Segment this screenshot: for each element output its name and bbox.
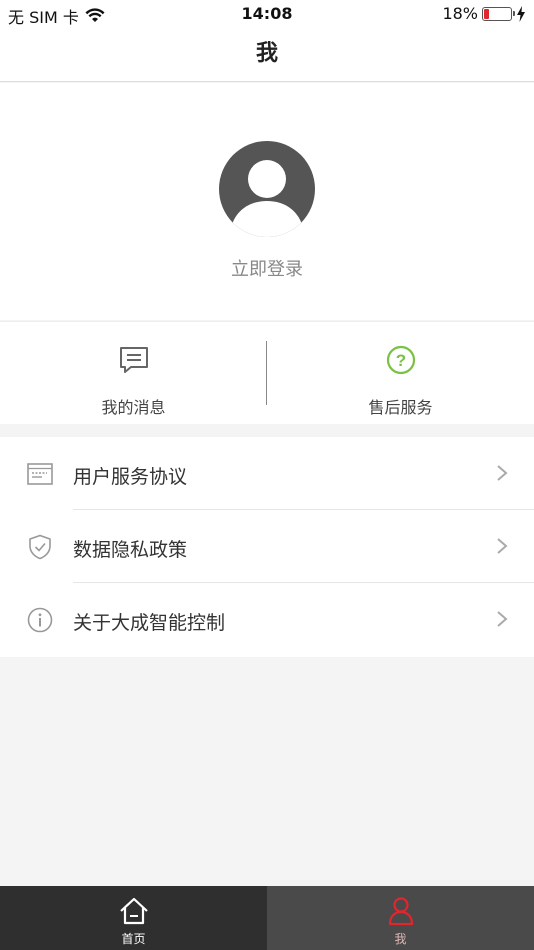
menu-item-about[interactable]: 关于大成智能控制: [0, 583, 534, 656]
avatar-person-icon: [229, 160, 305, 237]
battery-percent: 18%: [442, 4, 478, 23]
after-sales-label: 售后服务: [368, 398, 433, 417]
menu-item-label: 数据隐私政策: [73, 539, 188, 561]
charging-icon: [517, 5, 525, 22]
menu-item-label: 关于大成智能控制: [73, 612, 226, 634]
menu-item-privacy-policy[interactable]: 数据隐私政策: [0, 510, 534, 583]
status-right: 18%: [442, 4, 526, 23]
battery-icon: [482, 6, 515, 21]
chevron-right-icon: [497, 465, 508, 481]
document-icon: [27, 463, 53, 485]
avatar[interactable]: [219, 141, 315, 237]
page-title: 我: [255, 41, 278, 66]
svg-text:?: ?: [396, 351, 406, 370]
menu-item-label: 用户服务协议: [73, 466, 188, 488]
home-icon: [120, 897, 148, 925]
login-link[interactable]: 立即登录: [0, 255, 534, 281]
menu-item-user-agreement[interactable]: 用户服务协议: [0, 437, 534, 510]
my-messages-button[interactable]: 我的消息: [0, 322, 267, 425]
tab-me-label: 我: [394, 932, 407, 946]
shield-check-icon: [29, 534, 51, 560]
tab-bar: 首页 我: [0, 886, 534, 950]
person-icon: [388, 897, 414, 926]
quick-actions: 我的消息 ? 售后服务: [0, 321, 534, 424]
battery-fill: [484, 8, 489, 19]
tab-home-label: 首页: [121, 932, 146, 946]
help-circle-icon: ?: [386, 345, 416, 375]
nav-bar: 我: [0, 28, 534, 82]
info-icon: [27, 607, 53, 633]
tab-home[interactable]: 首页: [0, 886, 267, 950]
profile-section: 立即登录: [0, 83, 534, 320]
chevron-right-icon: [497, 538, 508, 554]
status-bar: 无 SIM 卡 14:08 18%: [0, 0, 534, 28]
after-sales-button[interactable]: ? 售后服务: [267, 322, 534, 425]
settings-menu: 用户服务协议 数据隐私政策 关于大成智能控制: [0, 437, 534, 657]
message-icon: [120, 347, 148, 373]
tab-me[interactable]: 我: [267, 886, 534, 950]
chevron-right-icon: [497, 611, 508, 627]
my-messages-label: 我的消息: [101, 398, 166, 417]
